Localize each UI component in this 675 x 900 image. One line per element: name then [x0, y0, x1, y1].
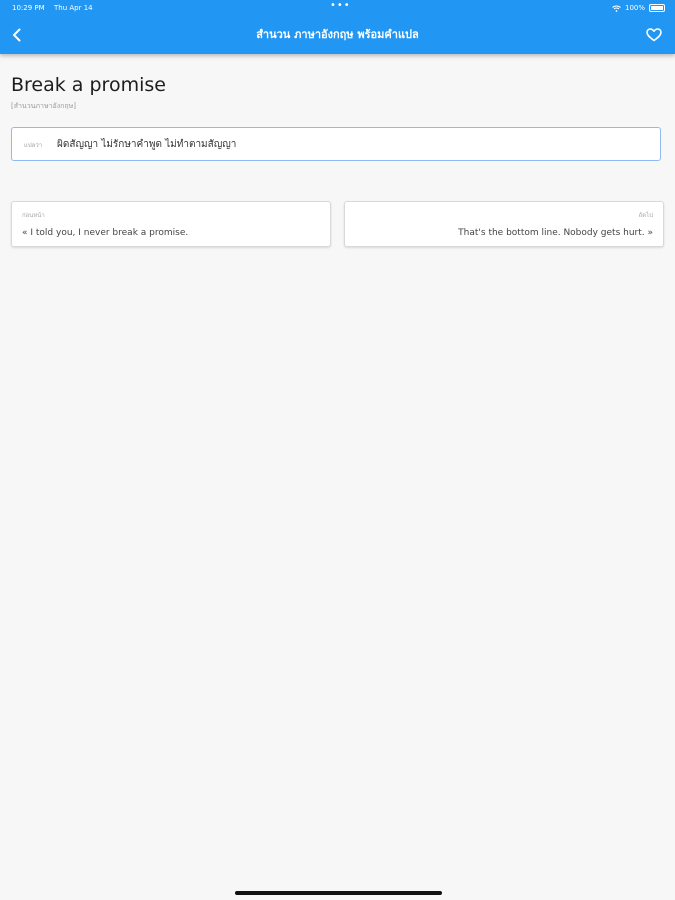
status-time: 10:29 PM [12, 4, 45, 12]
meaning-text: ผิดสัญญา ไม่รักษาคำพูด ไม่ทำตามสัญญา [57, 139, 237, 150]
status-right: 100% [612, 0, 665, 16]
status-date: Thu Apr 14 [54, 4, 93, 12]
back-button[interactable] [6, 24, 28, 46]
next-label: ถัดไป [638, 212, 653, 219]
previous-label: ก่อนหน้า [22, 212, 45, 219]
status-bar: 10:29 PM Thu Apr 14 ••• 100% [0, 0, 675, 16]
battery-icon [649, 4, 665, 12]
next-idiom-text: That's the bottom line. Nobody gets hurt… [458, 228, 653, 238]
chevron-left-icon [13, 28, 21, 42]
heart-outline-icon [646, 28, 662, 42]
multitasking-dots[interactable]: ••• [330, 0, 351, 14]
app-bar: 10:29 PM Thu Apr 14 ••• 100% สำนวน ภาษาอ… [0, 0, 675, 54]
wifi-icon [612, 5, 621, 12]
previous-idiom-card[interactable]: ก่อนหน้า « I told you, I never break a p… [11, 201, 331, 247]
meaning-box: แปลว่า ผิดสัญญา ไม่รักษาคำพูด ไม่ทำตามสั… [11, 127, 661, 161]
home-indicator[interactable] [235, 891, 442, 895]
favorite-button[interactable] [643, 24, 665, 46]
next-idiom-card[interactable]: ถัดไป That's the bottom line. Nobody get… [344, 201, 664, 247]
previous-idiom-text: « I told you, I never break a promise. [22, 228, 189, 238]
battery-percent: 100% [624, 4, 645, 12]
meaning-label: แปลว่า [24, 142, 43, 149]
idiom-headword: Break a promise [11, 74, 166, 96]
toolbar: สำนวน ภาษาอังกฤษ พร้อมคำแปล [0, 18, 675, 52]
page-title: สำนวน ภาษาอังกฤษ พร้อมคำแปล [256, 28, 419, 41]
idiom-category: [สำนวนภาษาอังกฤษ] [11, 102, 76, 110]
